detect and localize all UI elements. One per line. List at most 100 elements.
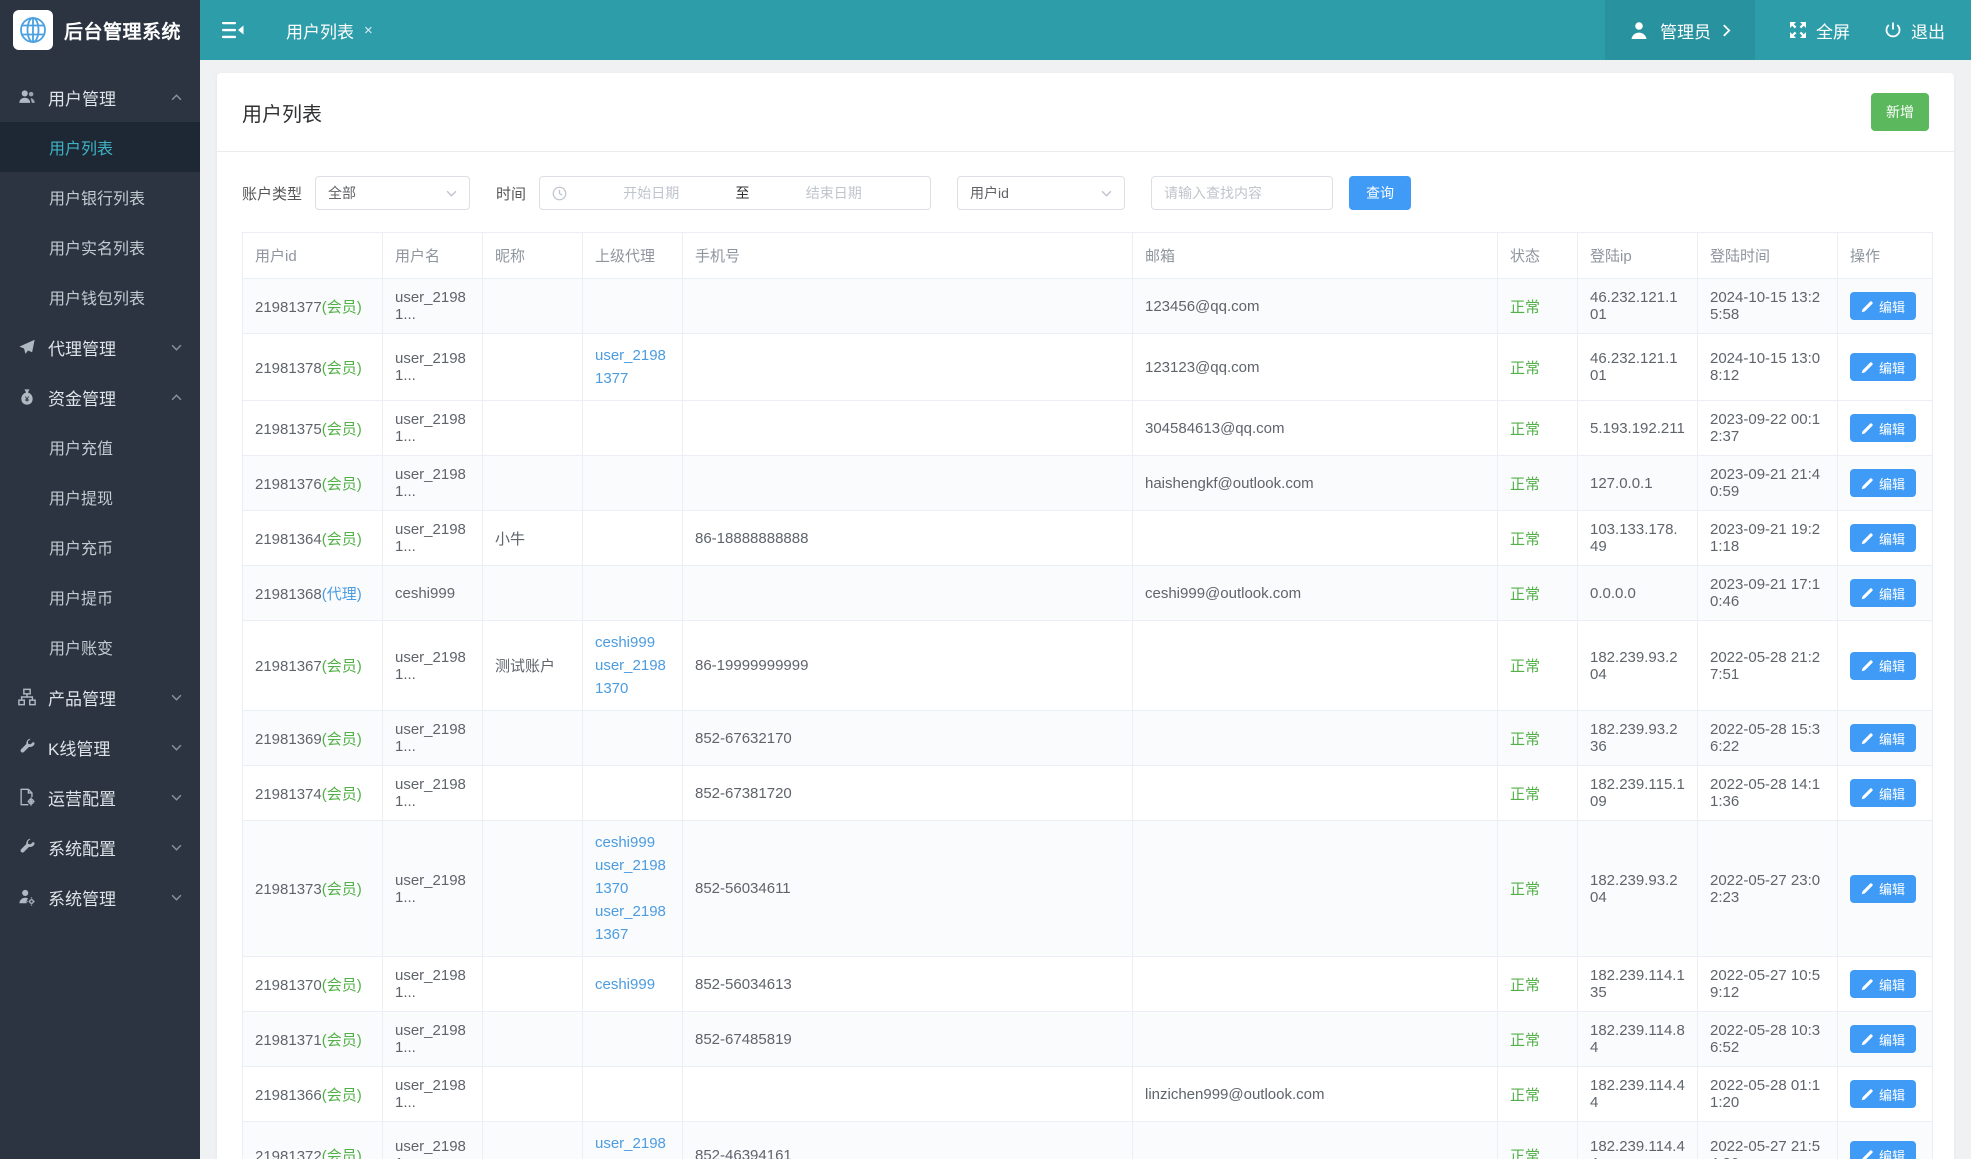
- cell-login-ip: 182.239.115.109: [1577, 765, 1698, 821]
- date-range-picker[interactable]: 开始日期 至 结束日期: [539, 176, 932, 210]
- cell-phone: 852-56034613: [682, 956, 1133, 1012]
- edit-button[interactable]: 编辑: [1850, 524, 1917, 552]
- sidebar-item-user-realname-list[interactable]: 用户实名列表: [0, 222, 200, 272]
- chevron-up-icon: [171, 92, 182, 103]
- column-header: 邮箱: [1132, 232, 1498, 279]
- edit-button[interactable]: 编辑: [1850, 779, 1917, 807]
- fullscreen-button[interactable]: 全屏: [1789, 18, 1850, 43]
- sidebar-item-user-coin-deposit[interactable]: 用户充币: [0, 522, 200, 572]
- sidebar-item-system-management[interactable]: 系统管理: [0, 872, 200, 922]
- cell-username: user_21981...: [382, 455, 483, 511]
- sidebar-item-user-list[interactable]: 用户列表: [0, 122, 200, 172]
- cell-login-time: 2022-05-28 21:27:51: [1697, 620, 1838, 711]
- edit-button[interactable]: 编辑: [1850, 651, 1917, 680]
- sidebar-item-user-wallet-list[interactable]: 用户钱包列表: [0, 272, 200, 322]
- add-button[interactable]: 新增: [1871, 93, 1929, 131]
- agent-link[interactable]: user_21981370: [595, 854, 670, 900]
- cell-parent-agent: ceshi999 user_21981370 user_21981367: [582, 820, 683, 957]
- cell-user-id: 21981366(会员): [242, 1066, 383, 1122]
- column-header: 昵称: [482, 232, 583, 279]
- chevron-down-icon: [171, 742, 182, 753]
- cell-user-id: 21981370(会员): [242, 956, 383, 1012]
- topbar-right: 管理员 全屏 退出: [1605, 0, 1971, 60]
- cell-user-id: 21981376(会员): [242, 455, 383, 511]
- column-header: 登陆时间: [1697, 232, 1838, 279]
- cell-actions: 编辑: [1837, 565, 1933, 621]
- search-field-select[interactable]: 用户id: [957, 176, 1126, 210]
- app-logo-row: 后台管理系统: [0, 0, 200, 60]
- agent-link[interactable]: ceshi999: [595, 631, 670, 654]
- fullscreen-label: 全屏: [1816, 22, 1850, 42]
- cell-actions: 编辑: [1837, 710, 1933, 766]
- agent-link[interactable]: ceshi999: [595, 831, 670, 854]
- edit-button[interactable]: 编辑: [1850, 469, 1917, 497]
- cell-login-ip: 182.239.114.44: [1577, 1121, 1698, 1159]
- cell-username: user_21981...: [382, 620, 483, 711]
- cell-login-time: 2023-09-21 19:21:18: [1697, 510, 1838, 566]
- sidebar-item-product-management[interactable]: 产品管理: [0, 672, 200, 722]
- account-type-select[interactable]: 全部: [315, 176, 471, 210]
- sidebar-item-user-bank-list[interactable]: 用户银行列表: [0, 172, 200, 222]
- sidebar-item-user-management[interactable]: 用户管理: [0, 72, 200, 122]
- user-avatar-icon: [1629, 20, 1649, 40]
- sidebar-item-funds-management[interactable]: ¥ 资金管理: [0, 372, 200, 422]
- cell-nickname: [482, 710, 583, 766]
- edit-button[interactable]: 编辑: [1850, 874, 1917, 903]
- sidebar-item-user-recharge[interactable]: 用户充值: [0, 422, 200, 472]
- agent-link[interactable]: user_21981370: [595, 654, 670, 700]
- pencil-icon: [1861, 787, 1874, 800]
- cell-phone: [682, 455, 1133, 511]
- sidebar-item-system-config[interactable]: 系统配置: [0, 822, 200, 872]
- clock-icon: [552, 186, 567, 201]
- cell-phone: [682, 333, 1133, 401]
- cell-username: ceshi999: [382, 565, 483, 621]
- search-input[interactable]: [1151, 176, 1334, 210]
- logout-label: 退出: [1911, 22, 1945, 42]
- tab-user-list[interactable]: 用户列表 ×: [286, 18, 373, 43]
- edit-button[interactable]: 编辑: [1850, 353, 1917, 381]
- user-table: 用户id 用户名 昵称 上级代理 手机号 邮箱 状态 登陆ip 登陆时间 操作 21981377(…: [242, 232, 1933, 1159]
- cell-status: 正常: [1497, 510, 1578, 566]
- cell-nickname: 测试账户: [482, 620, 583, 711]
- sidebar-item-user-coin-withdraw[interactable]: 用户提币: [0, 572, 200, 622]
- agent-link[interactable]: ceshi999: [595, 973, 670, 996]
- cell-username: user_21981...: [382, 1066, 483, 1122]
- sidebar-item-label: 系统管理: [48, 889, 116, 909]
- cell-phone: 852-56034611: [682, 820, 1133, 957]
- chevron-down-icon: [171, 842, 182, 853]
- sidebar-collapse-icon[interactable]: [222, 21, 244, 39]
- sidebar-item-user-withdraw[interactable]: 用户提现: [0, 472, 200, 522]
- logout-button[interactable]: 退出: [1884, 18, 1945, 43]
- chevron-down-icon: [171, 892, 182, 903]
- edit-button[interactable]: 编辑: [1850, 1080, 1917, 1108]
- admin-menu[interactable]: 管理员: [1605, 0, 1755, 60]
- tab-close-icon[interactable]: ×: [364, 22, 373, 39]
- chevron-down-icon: [171, 792, 182, 803]
- sidebar-item-kline-management[interactable]: K线管理: [0, 722, 200, 772]
- status-badge: 正常: [1510, 530, 1541, 548]
- agent-link[interactable]: user_21981366: [595, 1132, 670, 1159]
- cell-user-id: 21981369(会员): [242, 710, 383, 766]
- edit-button[interactable]: 编辑: [1850, 970, 1917, 998]
- column-header: 上级代理: [582, 232, 683, 279]
- status-badge: 正常: [1510, 420, 1541, 438]
- query-button[interactable]: 查询: [1349, 176, 1412, 210]
- edit-button[interactable]: 编辑: [1850, 292, 1917, 320]
- globe-logo-icon: [13, 10, 53, 50]
- edit-button[interactable]: 编辑: [1850, 1025, 1917, 1053]
- pencil-icon: [1861, 882, 1874, 895]
- sidebar-item-agent-management[interactable]: 代理管理: [0, 322, 200, 372]
- edit-button[interactable]: 编辑: [1850, 579, 1917, 607]
- cell-username: user_21981...: [382, 1121, 483, 1159]
- edit-button[interactable]: 编辑: [1850, 414, 1917, 442]
- agent-link[interactable]: user_21981367: [595, 900, 670, 946]
- cell-login-ip: 182.239.114.84: [1577, 1011, 1698, 1067]
- edit-button[interactable]: 编辑: [1850, 1141, 1917, 1159]
- cell-parent-agent: [582, 1011, 683, 1067]
- edit-button[interactable]: 编辑: [1850, 724, 1917, 752]
- sidebar-item-operation-config[interactable]: 运营配置: [0, 772, 200, 822]
- cell-parent-agent: [582, 710, 683, 766]
- cell-nickname: [482, 820, 583, 957]
- agent-link[interactable]: user_21981377: [595, 344, 670, 390]
- sidebar-item-user-account-change[interactable]: 用户账变: [0, 622, 200, 672]
